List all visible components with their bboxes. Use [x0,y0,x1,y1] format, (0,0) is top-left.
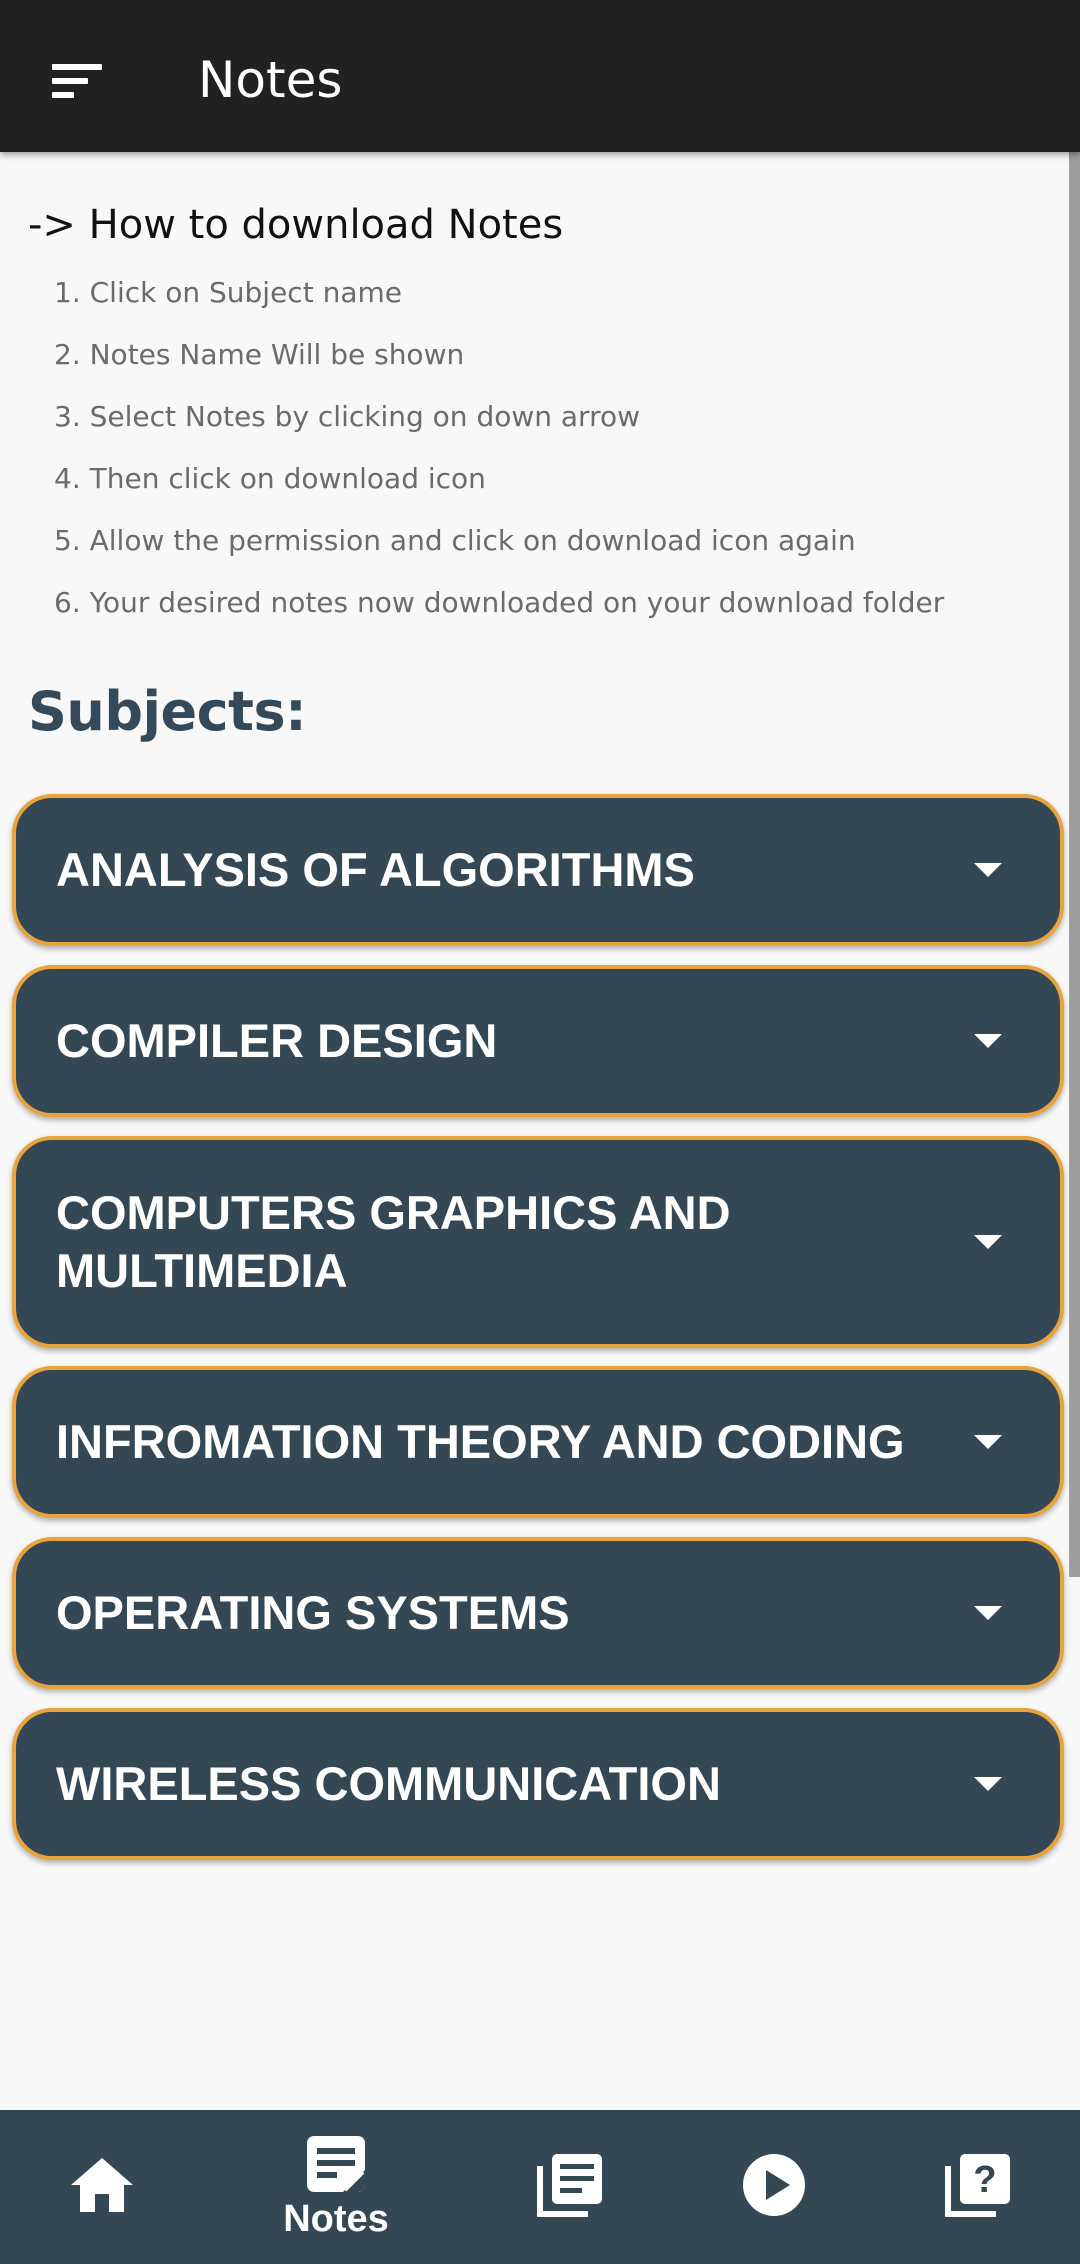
nav-library[interactable] [500,2110,640,2264]
instruction-step: 1. Click on Subject name [54,276,402,309]
instruction-step: 6. Your desired notes now downloaded on … [54,586,945,619]
subject-analysis-of-algorithms[interactable]: ANALYSIS OF ALGORITHMS [12,794,1064,946]
subject-operating-systems[interactable]: OPERATING SYSTEMS [12,1537,1064,1689]
subjects-heading: Subjects: [28,680,307,743]
instruction-step: 3. Select Notes by clicking on down arro… [54,400,641,433]
top-app-bar: Notes [0,0,1080,152]
instruction-step: 5. Allow the permission and click on dow… [54,524,856,557]
subject-compiler-design[interactable]: COMPILER DESIGN [12,965,1064,1117]
chevron-down-icon[interactable] [974,1235,1002,1249]
instruction-step: 2. Notes Name Will be shown [54,338,465,371]
how-to-download-title: -> How to download Notes [28,202,564,248]
nav-notes-label: Notes [283,2198,389,2240]
nav-videos[interactable] [704,2110,844,2264]
sort-menu-icon[interactable] [42,46,112,116]
subject-label: OPERATING SYSTEMS [56,1586,570,1639]
subject-wireless-communication[interactable]: WIRELESS COMMUNICATION [12,1708,1064,1860]
subject-label: WIRELESS COMMUNICATION [56,1757,721,1810]
home-icon [69,2154,135,2220]
play-circle-icon [741,2152,807,2222]
subject-label: COMPUTERS GRAPHICS AND MULTIMEDIA [56,1186,731,1297]
subject-label: ANALYSIS OF ALGORITHMS [56,843,695,896]
chevron-down-icon[interactable] [974,1435,1002,1449]
chevron-down-icon[interactable] [974,1034,1002,1048]
notes-icon [305,2134,367,2198]
quiz-icon: ? [944,2152,1012,2222]
chevron-down-icon[interactable] [974,863,1002,877]
scrollbar[interactable] [1069,152,1080,1577]
chevron-down-icon[interactable] [974,1777,1002,1791]
instruction-steps: 1. Click on Subject name 2. Notes Name W… [54,268,944,640]
nav-notes[interactable]: Notes [266,2110,406,2264]
library-books-icon [536,2152,604,2222]
subject-label: INFROMATION THEORY AND CODING [56,1415,905,1468]
nav-home[interactable] [32,2110,172,2264]
instruction-step: 4. Then click on download icon [54,462,486,495]
svg-text:?: ? [973,2159,996,2201]
notes-screen: Notes -> How to download Notes 1. Click … [0,0,1080,2264]
page-title: Notes [198,51,343,109]
nav-quiz[interactable]: ? [908,2110,1048,2264]
chevron-down-icon[interactable] [974,1606,1002,1620]
subject-computer-graphics-and-multimedia[interactable]: COMPUTERS GRAPHICS AND MULTIMEDIA [12,1136,1064,1348]
bottom-navigation: Notes ? [0,2110,1080,2264]
subject-label: COMPILER DESIGN [56,1014,498,1067]
subject-information-theory-and-coding[interactable]: INFROMATION THEORY AND CODING [12,1366,1064,1518]
